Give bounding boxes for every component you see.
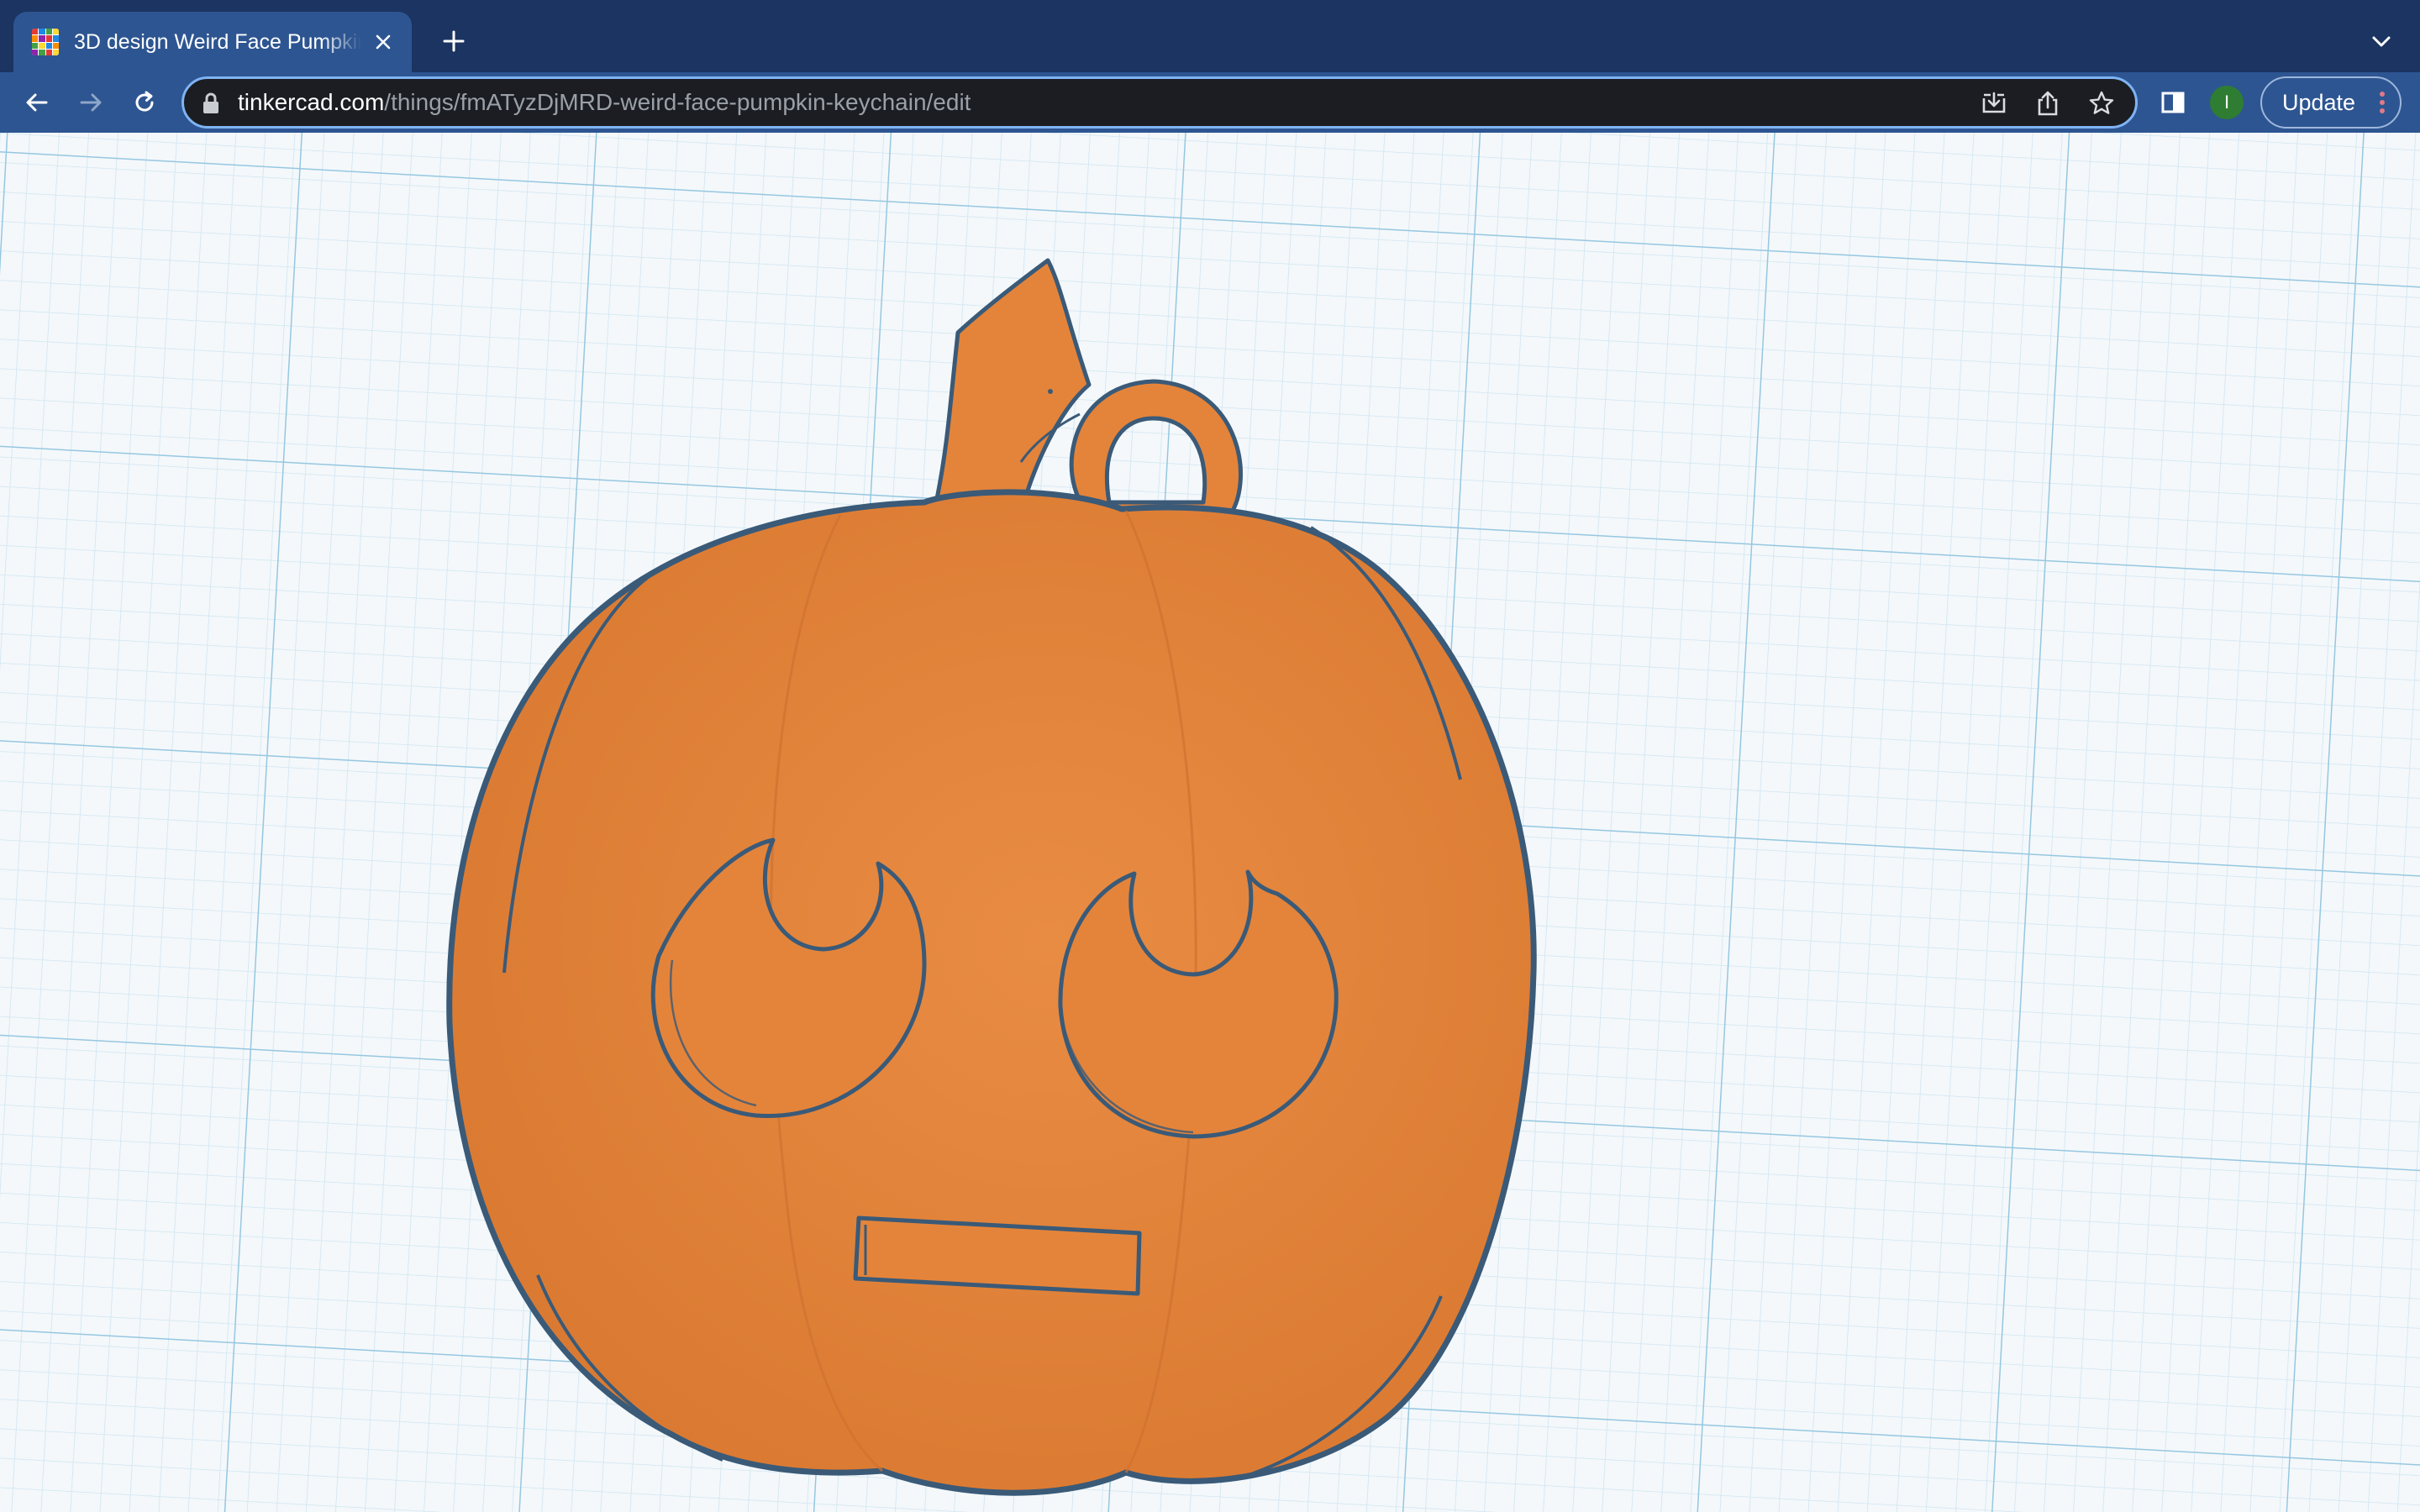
- url-text[interactable]: tinkercad.com/things/fmATyzDjMRD-weird-f…: [238, 79, 971, 126]
- stem-mark: [1048, 389, 1053, 394]
- lock-icon[interactable]: [199, 91, 223, 116]
- browser-toolbar: tinkercad.com/things/fmATyzDjMRD-weird-f…: [0, 72, 2420, 133]
- update-button-label: Update: [2282, 90, 2356, 115]
- mouth: [853, 1215, 1142, 1296]
- install-app-icon[interactable]: [1977, 87, 2011, 120]
- update-button[interactable]: Update: [2260, 76, 2402, 129]
- url-host: tinkercad.com: [238, 89, 385, 115]
- chevron-down-icon[interactable]: [2365, 25, 2398, 59]
- side-panel-icon[interactable]: [2156, 86, 2190, 119]
- tinkercad-favicon-icon: [32, 29, 59, 55]
- tab-title: 3D design Weird Face Pumpkin Keychain: [74, 29, 361, 54]
- plus-icon[interactable]: [435, 23, 472, 60]
- star-icon[interactable]: [2085, 87, 2118, 120]
- close-icon[interactable]: [368, 27, 398, 57]
- url-path: /things/fmATyzDjMRD-weird-face-pumpkin-k…: [384, 89, 971, 115]
- workplane-svg[interactable]: [0, 133, 2420, 1512]
- arrow-left-icon[interactable]: [15, 81, 59, 124]
- share-icon[interactable]: [2031, 87, 2065, 120]
- browser-tab-active[interactable]: 3D design Weird Face Pumpkin Keychain: [13, 12, 412, 72]
- arrow-right-icon[interactable]: [69, 81, 113, 124]
- workplane-canvas[interactable]: [0, 133, 2420, 1512]
- tab-strip: 3D design Weird Face Pumpkin Keychain: [0, 0, 2420, 72]
- more-menu-icon[interactable]: [2380, 92, 2385, 113]
- profile-avatar[interactable]: I: [2210, 86, 2244, 119]
- pumpkin-body: [446, 489, 1537, 1496]
- address-bar[interactable]: tinkercad.com/things/fmATyzDjMRD-weird-f…: [182, 76, 2138, 129]
- reload-icon[interactable]: [123, 81, 166, 124]
